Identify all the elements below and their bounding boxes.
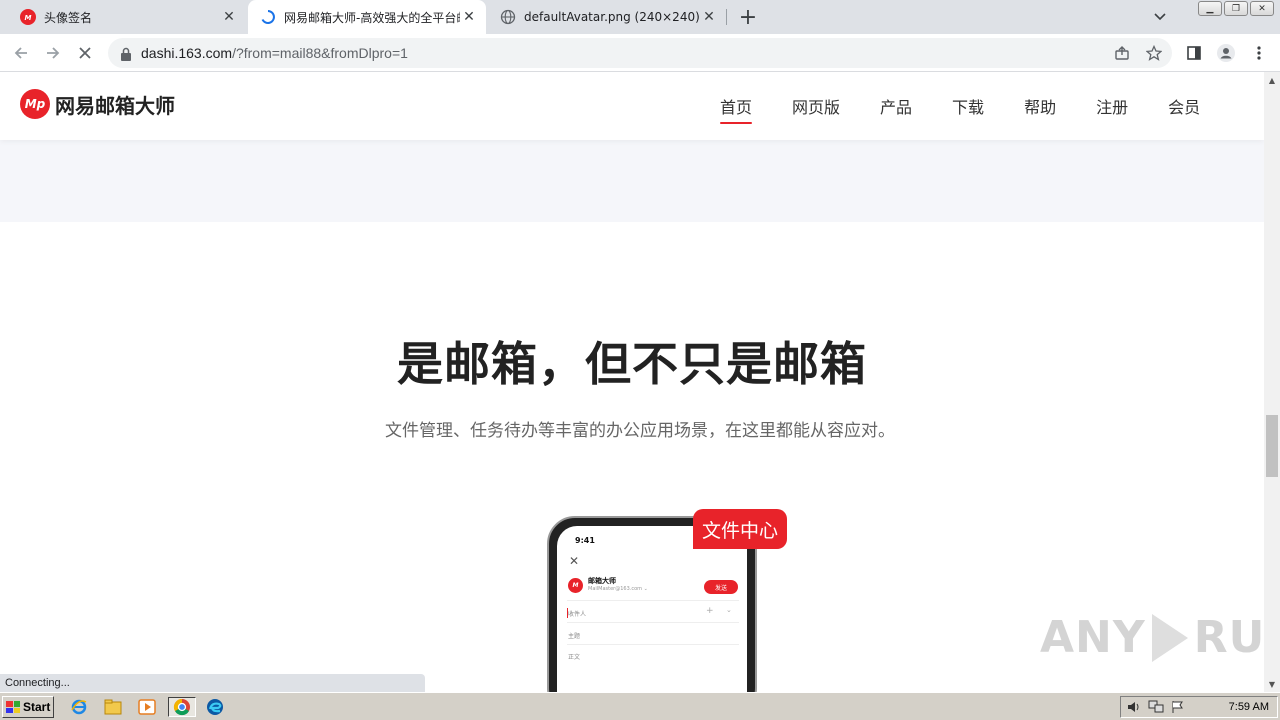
start-button[interactable]: Start (2, 696, 54, 718)
nav-webmail[interactable]: 网页版 (792, 94, 840, 118)
site-logo[interactable]: Mp 网易邮箱大师 (20, 89, 175, 119)
section-subline: 文件管理、任务待办等丰富的办公应用场景，在这里都能从容应对。 (385, 421, 895, 441)
nav-membership[interactable]: 会员 (1168, 94, 1200, 118)
volume-icon[interactable] (1125, 699, 1143, 715)
close-window-icon[interactable]: ✕ (1250, 1, 1274, 16)
close-icon[interactable]: ✕ (700, 8, 718, 26)
edge-icon[interactable] (204, 697, 226, 717)
browser-tab-strip: M 头像签名 ✕ 网易邮箱大师-高效强大的全平台邮箱 ✕ defaultAvat… (0, 0, 1280, 34)
tab-netease-mail-master[interactable]: 网易邮箱大师-高效强大的全平台邮箱 ✕ (248, 0, 486, 34)
netease-logo-icon: M (20, 9, 36, 25)
start-label: Start (23, 700, 51, 714)
section-headline: 是邮箱，但不只是邮箱 (397, 337, 867, 391)
divider (567, 622, 739, 623)
profile-avatar-icon[interactable] (1215, 42, 1237, 64)
windows-logo-icon (6, 701, 20, 713)
divider (567, 600, 739, 601)
side-panel-icon[interactable] (1183, 42, 1205, 64)
taskbar-clock[interactable]: 7:59 AM (1229, 701, 1269, 713)
divider (567, 644, 739, 645)
account-email: MailMaster@163.com ⌄ (588, 586, 648, 592)
nav-help[interactable]: 帮助 (1024, 94, 1056, 118)
account-name: 邮箱大师 (588, 577, 616, 585)
url-host: dashi.163.com (141, 45, 233, 61)
site-header: Mp 网易邮箱大师 首页 网页版 产品 下载 帮助 注册 会员 (0, 72, 1264, 140)
network-icon[interactable] (1147, 699, 1165, 715)
watermark-right: RUN (1193, 612, 1264, 663)
anyrun-watermark: ANY RUN (1040, 612, 1264, 663)
main-nav: 首页 网页版 产品 下载 帮助 注册 会员 (720, 94, 1240, 124)
internet-explorer-icon[interactable] (68, 697, 90, 717)
close-icon: ✕ (569, 554, 580, 568)
scroll-thumb[interactable] (1266, 415, 1278, 477)
close-icon[interactable]: ✕ (460, 8, 478, 26)
field-body: 正文 (568, 654, 581, 661)
bookmark-star-icon[interactable] (1145, 44, 1163, 62)
tab-avatar-signature[interactable]: M 头像签名 ✕ (8, 0, 246, 34)
chrome-icon[interactable] (168, 697, 196, 717)
tab-title: defaultAvatar.png (240×240) (524, 10, 700, 24)
nav-download[interactable]: 下载 (952, 94, 984, 118)
page-viewport: Mp 网易邮箱大师 首页 网页版 产品 下载 帮助 注册 会员 是邮箱，但不只是… (0, 72, 1264, 692)
media-player-icon[interactable] (136, 697, 158, 717)
address-bar[interactable]: dashi.163.com/?from=mail88&fromDlpro=1 (108, 38, 1172, 68)
forward-arrow-icon[interactable] (41, 41, 65, 65)
system-tray: 7:59 AM (1120, 696, 1278, 718)
flag-icon[interactable] (1169, 699, 1187, 715)
tab-title: 头像签名 (44, 10, 93, 25)
close-icon[interactable]: ✕ (220, 8, 238, 26)
tab-default-avatar[interactable]: defaultAvatar.png (240×240) ✕ (488, 0, 726, 34)
kebab-menu-icon[interactable] (1248, 42, 1270, 64)
nav-products[interactable]: 产品 (880, 94, 912, 118)
browser-toolbar: dashi.163.com/?from=mail88&fromDlpro=1 (0, 34, 1280, 72)
restore-icon[interactable]: ❐ (1224, 1, 1248, 16)
back-arrow-icon[interactable] (9, 41, 33, 65)
share-icon[interactable] (1113, 44, 1131, 62)
svg-text:M: M (25, 14, 32, 22)
window-controls: ▁ ❐ ✕ (1196, 1, 1274, 16)
tab-separator (726, 9, 727, 25)
send-button: 发送 (704, 580, 738, 594)
hero-background-band (0, 140, 1264, 222)
field-recipient: 收件人 (568, 611, 587, 618)
url-text: dashi.163.com/?from=mail88&fromDlpro=1 (141, 45, 408, 61)
loading-spinner-icon (260, 9, 276, 25)
watermark-left: ANY (1040, 612, 1146, 663)
mail-master-logo-icon: M (568, 578, 583, 593)
nav-home[interactable]: 首页 (720, 94, 753, 124)
file-explorer-icon[interactable] (102, 697, 124, 717)
phone-time: 9:41 (575, 536, 595, 545)
globe-icon (500, 9, 516, 25)
chevron-down-icon: ⌄ (726, 606, 732, 614)
lock-icon[interactable] (120, 46, 132, 61)
scroll-down-icon[interactable]: ▼ (1264, 676, 1280, 692)
nav-register[interactable]: 注册 (1096, 94, 1128, 118)
play-icon (1151, 613, 1188, 662)
tab-search-chevron-icon[interactable] (1150, 8, 1170, 26)
phone-screen: 9:41 ✕ M 邮箱大师 MailMaster@163.com ⌄ 发送 收件… (557, 526, 747, 692)
new-tab-plus-icon[interactable]: + (736, 5, 760, 30)
logo-text: 网易邮箱大师 (55, 93, 175, 118)
file-center-badge: 文件中心 (693, 509, 787, 549)
windows-taskbar: Start 7:59 AM (0, 692, 1280, 720)
mail-master-logo-icon: Mp (20, 89, 50, 119)
page-scrollbar[interactable]: ▲ ▼ (1264, 72, 1280, 692)
scroll-up-icon[interactable]: ▲ (1264, 72, 1280, 88)
url-path: /?from=mail88&fromDlpro=1 (232, 45, 408, 61)
plus-icon: + (706, 606, 714, 616)
stop-loading-icon[interactable] (73, 41, 97, 65)
status-bubble: Connecting... (0, 674, 425, 692)
minimize-icon[interactable]: ▁ (1198, 1, 1222, 16)
field-subject: 主题 (568, 633, 581, 640)
tab-title: 网易邮箱大师-高效强大的全平台邮箱 (284, 10, 460, 25)
